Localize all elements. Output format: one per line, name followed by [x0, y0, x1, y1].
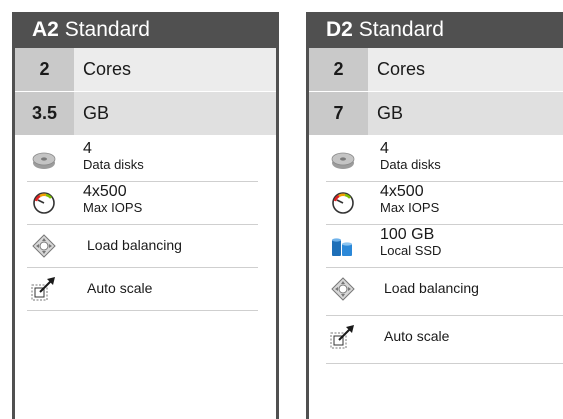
ssd-icon [332, 238, 352, 256]
feature-local-ssd: 100 GB Local SSD [326, 225, 563, 268]
iops-value: 4x500 [380, 183, 424, 200]
auto-scale-icon [330, 325, 354, 349]
series-name: A2 [32, 18, 59, 41]
ssd-label: Local SSD [380, 243, 442, 258]
data-disks-label: Data disks [380, 157, 441, 172]
memory-label: GB [83, 103, 110, 123]
memory-label: GB [377, 103, 404, 123]
gauge-icon [33, 192, 55, 214]
feature-auto-scale: Auto scale [326, 316, 563, 364]
feature-list: 4 Data disks 4x500 Max IOPS 100 GB Local [309, 136, 563, 364]
data-disks-value: 4 [83, 140, 92, 157]
pricing-card-d2[interactable]: D2 Standard 2 Cores 7 GB 4 Data disks 4x… [306, 12, 563, 419]
load-balancing-label: Load balancing [87, 237, 182, 253]
iops-value: 4x500 [83, 183, 127, 200]
feature-list: 4 Data disks 4x500 Max IOPS Load balanci… [15, 136, 276, 311]
cores-value: 2 [309, 48, 368, 91]
load-balancer-icon [32, 234, 56, 258]
memory-row: 7 GB [309, 92, 563, 136]
feature-load-balancing: Load balancing [27, 225, 258, 268]
feature-data-disks: 4 Data disks [326, 139, 563, 182]
auto-scale-label: Auto scale [87, 280, 153, 296]
feature-load-balancing: Load balancing [326, 268, 563, 316]
feature-data-disks: 4 Data disks [27, 139, 258, 182]
pricing-card-a2[interactable]: A2 Standard 2 Cores 3.5 GB 4 Data disks [12, 12, 279, 419]
cores-label: Cores [83, 59, 132, 79]
data-disks-label: Data disks [83, 157, 144, 172]
card-header: A2 Standard [15, 12, 276, 48]
cores-row: 2 Cores [309, 48, 563, 92]
cores-value: 2 [15, 48, 74, 91]
memory-value: 7 [309, 92, 368, 135]
feature-max-iops: 4x500 Max IOPS [326, 182, 563, 225]
data-disks-value: 4 [380, 140, 389, 157]
cores-label: Cores [377, 59, 426, 79]
tier-name: Standard [358, 18, 444, 41]
gauge-icon [332, 192, 354, 214]
memory-value: 3.5 [15, 92, 74, 135]
memory-row: 3.5 GB [15, 92, 276, 136]
card-header: D2 Standard [309, 12, 563, 48]
disk-icon [32, 152, 56, 169]
feature-auto-scale: Auto scale [27, 268, 258, 311]
load-balancing-label: Load balancing [384, 280, 479, 296]
auto-scale-label: Auto scale [384, 328, 450, 344]
ssd-value: 100 GB [380, 226, 435, 243]
feature-max-iops: 4x500 Max IOPS [27, 182, 258, 225]
iops-label: Max IOPS [83, 200, 143, 215]
auto-scale-icon [31, 277, 55, 301]
iops-label: Max IOPS [380, 200, 440, 215]
cores-row: 2 Cores [15, 48, 276, 92]
series-name: D2 [326, 18, 353, 41]
load-balancer-icon [331, 277, 355, 301]
disk-icon [331, 152, 355, 169]
tier-name: Standard [64, 18, 150, 41]
